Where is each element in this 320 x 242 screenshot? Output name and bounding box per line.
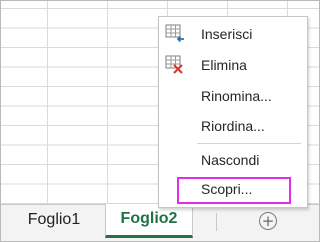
excel-window: Foglio1 Foglio2 + Inserisci Elimina Rino… <box>0 0 320 242</box>
tab-foglio1[interactable]: Foglio1 <box>19 205 89 235</box>
menu-item-rinomina[interactable]: Rinomina... <box>159 81 307 111</box>
menu-item-label: Inserisci <box>201 26 253 42</box>
sheet-context-menu: Inserisci Elimina Rinomina... Riordina..… <box>158 16 308 208</box>
sheet-tab-bar: Foglio1 Foglio2 + <box>1 204 319 241</box>
menu-item-label: Riordina... <box>201 118 265 134</box>
menu-item-elimina[interactable]: Elimina <box>159 50 307 80</box>
insert-sheet-icon <box>165 24 184 43</box>
menu-item-label: Nascondi <box>201 152 260 168</box>
menu-item-label: Scopri... <box>201 181 253 197</box>
tab-foglio2[interactable]: Foglio2 <box>105 204 193 238</box>
delete-sheet-icon <box>165 55 183 74</box>
menu-item-riordina[interactable]: Riordina... <box>159 111 307 141</box>
tab-divider <box>216 213 217 231</box>
add-sheet-button[interactable]: + <box>259 212 277 230</box>
menu-item-label: Rinomina... <box>201 88 272 104</box>
menu-item-label: Elimina <box>201 57 247 73</box>
menu-separator <box>197 143 301 144</box>
menu-item-inserisci[interactable]: Inserisci <box>159 19 307 49</box>
plus-icon: + <box>261 212 275 230</box>
menu-item-nascondi[interactable]: Nascondi <box>159 145 307 175</box>
menu-item-scopri[interactable]: Scopri... <box>159 174 307 204</box>
